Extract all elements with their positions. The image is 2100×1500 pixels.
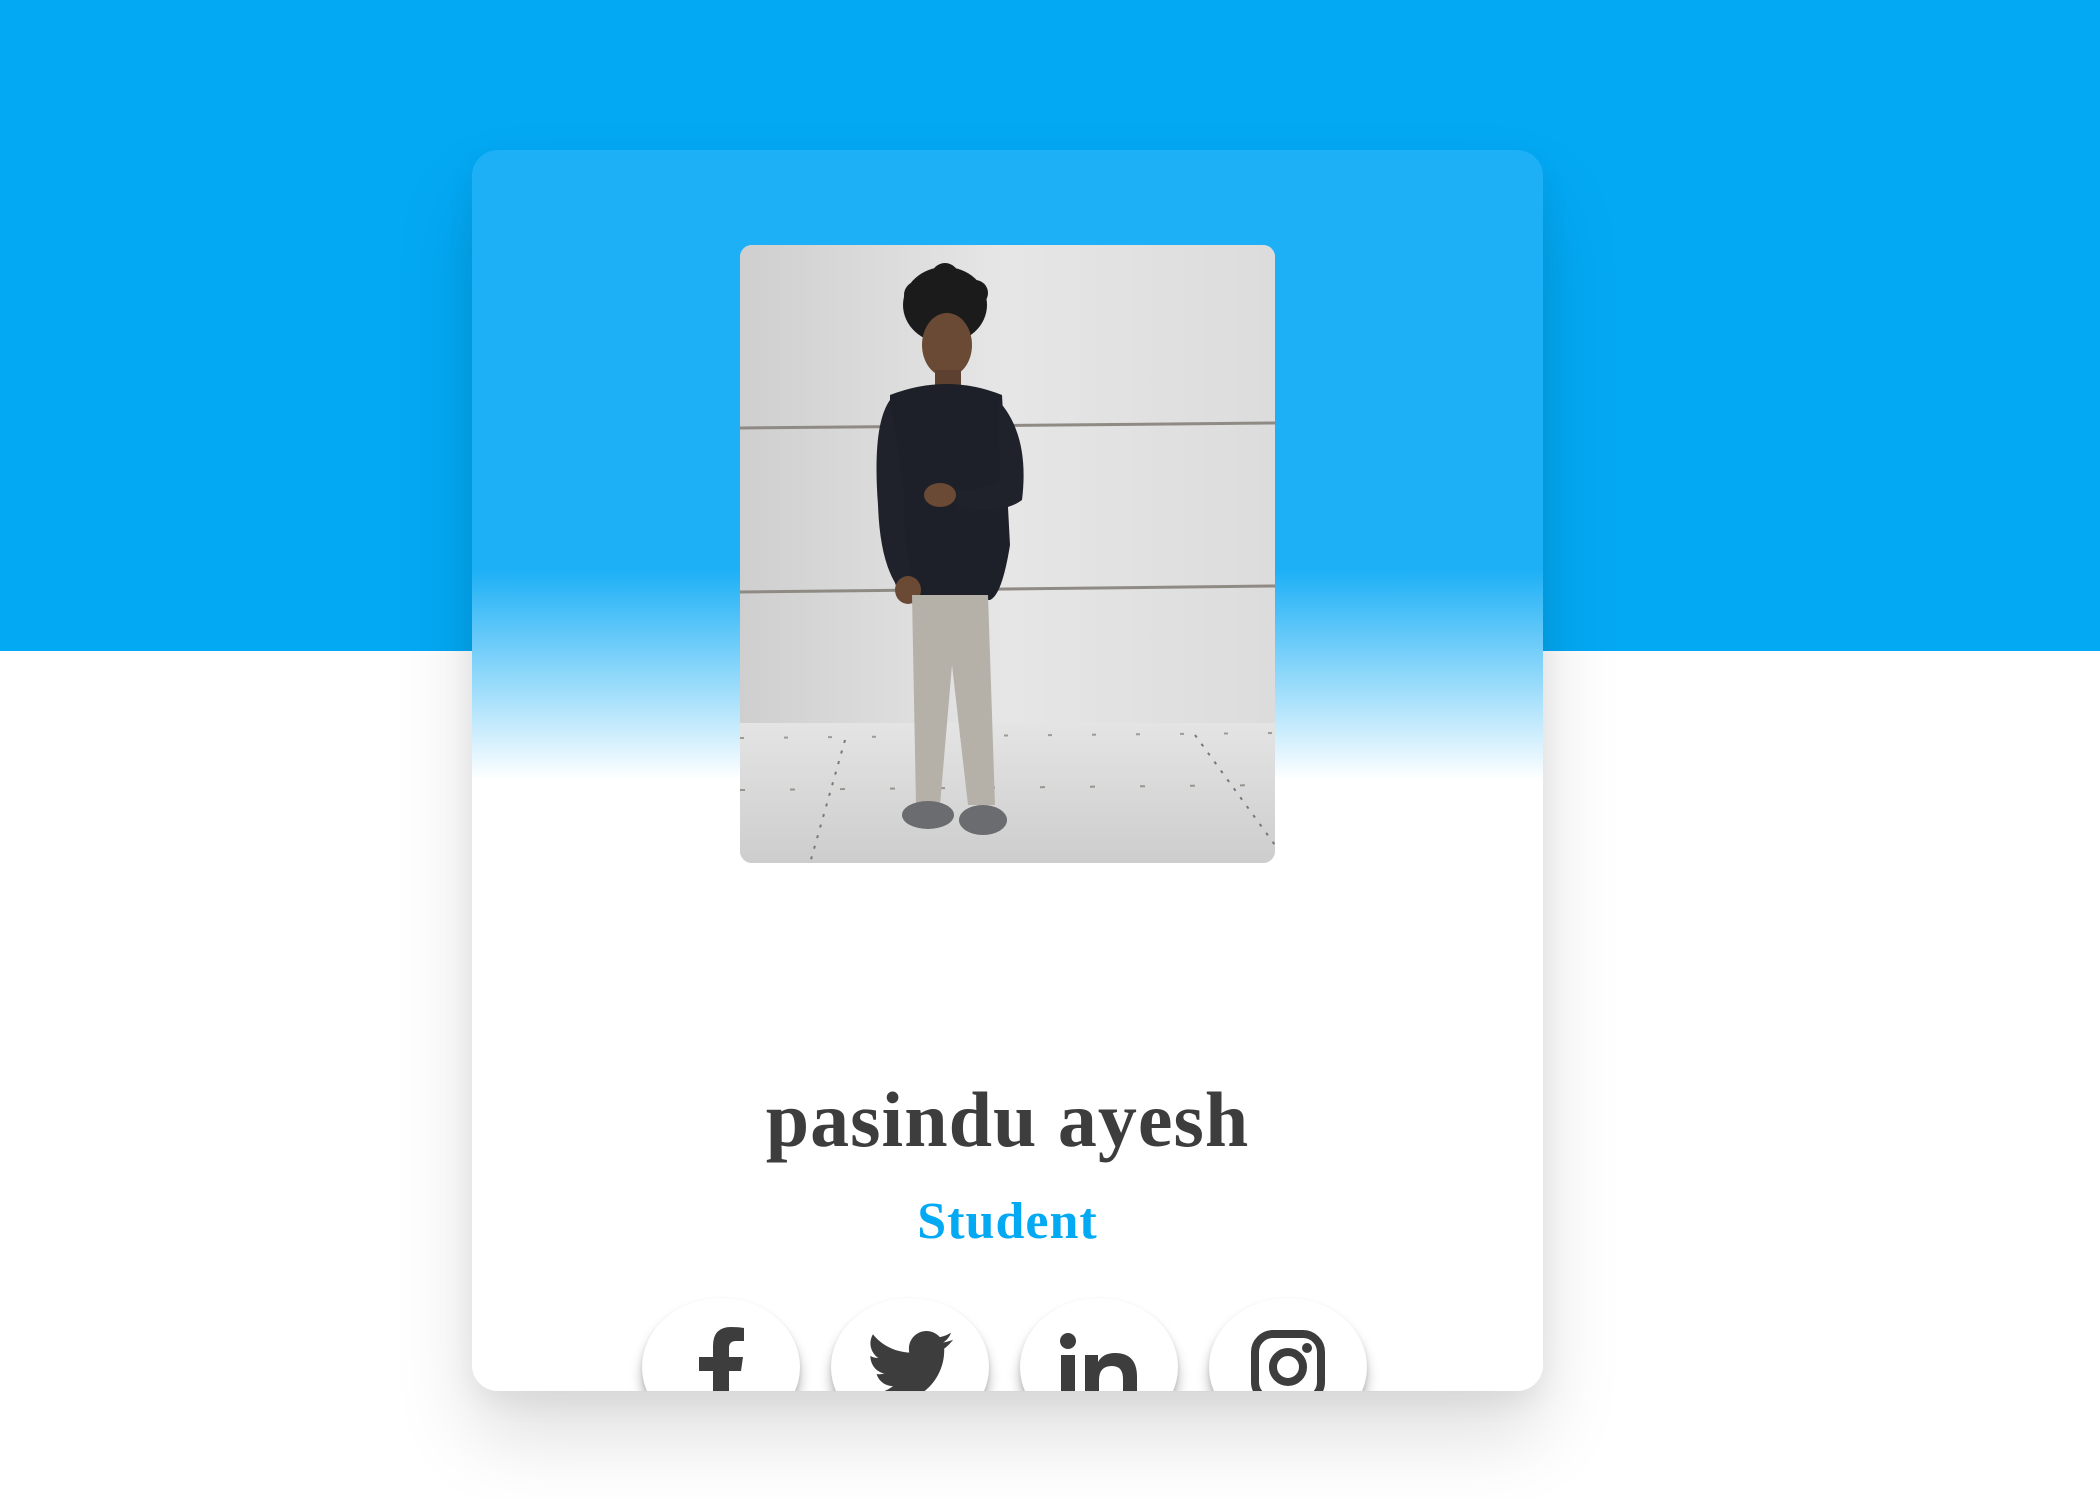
instagram-icon <box>1251 1330 1325 1391</box>
social-links <box>472 1298 1543 1391</box>
facebook-button[interactable] <box>642 1298 800 1391</box>
linkedin-button[interactable] <box>1020 1298 1178 1391</box>
facebook-icon <box>699 1327 744 1391</box>
twitter-icon <box>870 1331 954 1391</box>
twitter-button[interactable] <box>831 1298 989 1391</box>
profile-photo <box>740 245 1275 863</box>
profile-name: pasindu ayesh <box>765 1076 1250 1163</box>
profile-role: Student <box>917 1193 1098 1250</box>
instagram-button[interactable] <box>1209 1298 1367 1391</box>
profile-card: pasindu ayesh Student <box>472 150 1543 1391</box>
linkedin-icon <box>1060 1333 1137 1391</box>
